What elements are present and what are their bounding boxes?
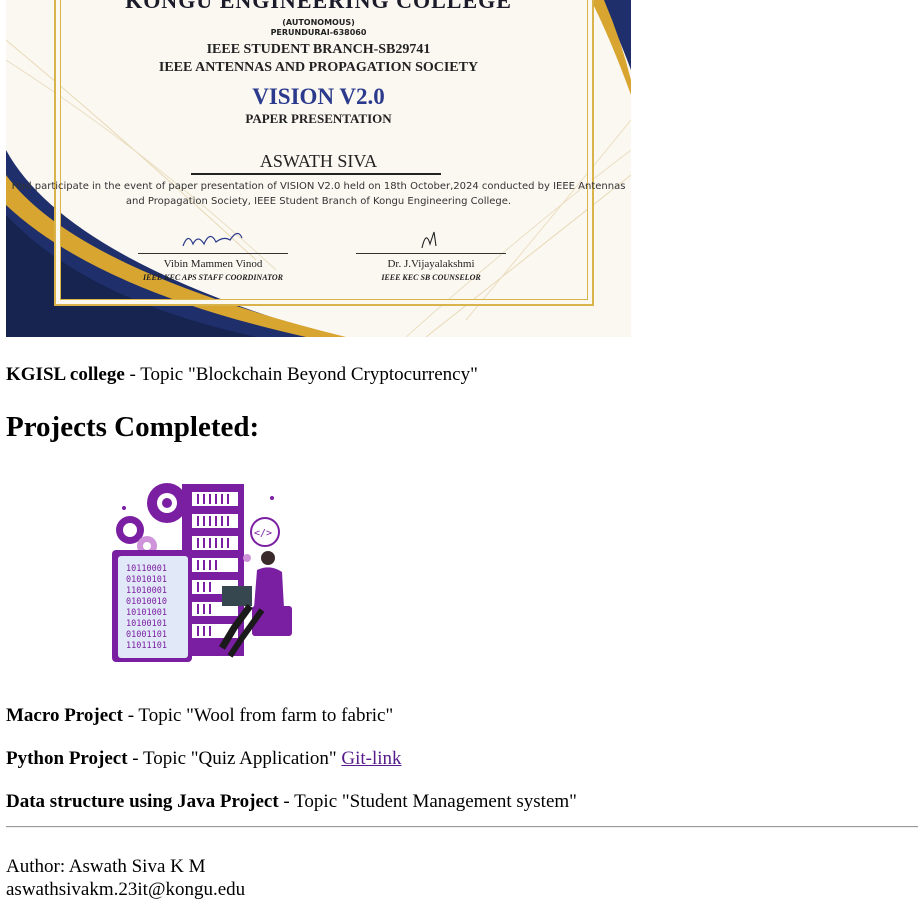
project-title: Data structure using Java Project [6, 791, 279, 812]
svg-text:01001101: 01001101 [126, 630, 167, 640]
author-name: Author: Aswath Siva K M [6, 856, 206, 877]
svg-text:11011101: 11011101 [126, 641, 167, 651]
signature-scribble-icon [421, 231, 437, 249]
certificate-description: Had participate in the event of paper pr… [11, 181, 626, 207]
footer-divider [6, 826, 918, 828]
certificate-college: KONGU ENGINEERING COLLEGE [125, 0, 512, 13]
recipient-underline [191, 173, 441, 175]
project-item: Data structure using Java Project - Topi… [6, 791, 577, 813]
certificate-autonomous: (AUTONOMOUS) [282, 18, 355, 27]
svg-text:</>: </> [254, 528, 272, 539]
svg-text:01010101: 01010101 [126, 575, 167, 585]
svg-text:10100101: 10100101 [126, 619, 167, 629]
signatory-role: IEEE KEC APS STAFF COORDINATOR [143, 273, 283, 282]
project-title: Python Project [6, 748, 128, 769]
project-topic: - Topic "Student Management system" [278, 791, 577, 812]
certificate-event-type: PAPER PRESENTATION [245, 111, 392, 126]
git-link[interactable]: Git-link [341, 748, 401, 769]
footer: Author: Aswath Siva K M aswathsivakm.23i… [6, 855, 245, 901]
certificate-recipient: ASWATH SIVA [259, 151, 378, 171]
signature-line [356, 253, 506, 254]
presentation-topic: - Topic "Blockchain Beyond Cryptocurrenc… [124, 364, 478, 385]
project-topic: - Topic "Quiz Application" [127, 748, 342, 769]
developer-server-illustration-icon: 10110001 01010101 11010001 01010010 1010… [112, 483, 292, 662]
certificate-branch: IEEE STUDENT BRANCH-SB29741 [206, 42, 431, 57]
presentation-entry: KGISL college - Topic "Blockchain Beyond… [6, 364, 478, 386]
signatory-name: Dr. J.Vijayalakshmi [387, 258, 475, 270]
certificate-event: VISION V2.0 [252, 84, 385, 109]
presentation-venue: KGISL college [6, 364, 125, 385]
certificate-society: IEEE ANTENNAS AND PROPAGATION SOCIETY [158, 60, 479, 75]
svg-text:11010001: 11010001 [126, 586, 167, 596]
signatory-name: Vibin Mammen Vinod [163, 258, 263, 270]
svg-text:10101001: 10101001 [126, 608, 167, 618]
certificate-place: PERUNDURAI-638060 [270, 28, 367, 37]
project-topic: - Topic "Wool from farm to fabric" [122, 705, 394, 726]
certificate-image: KONGU ENGINEERING COLLEGE (AUTONOMOUS) P… [6, 0, 631, 337]
svg-text:01010010: 01010010 [126, 597, 167, 607]
project-title: Macro Project [6, 705, 123, 726]
signature-scribble-icon [182, 232, 243, 247]
project-item: Python Project - Topic "Quiz Application… [6, 748, 402, 770]
signature-block-counselor: Dr. J.Vijayalakshmi IEEE KEC SB COUNSELO… [356, 224, 506, 282]
signatory-role: IEEE KEC SB COUNSELOR [381, 273, 481, 282]
signature-line [138, 253, 288, 254]
project-item: Macro Project - Topic "Wool from farm to… [6, 705, 393, 727]
projects-heading: Projects Completed: [6, 411, 260, 443]
svg-text:10110001: 10110001 [126, 564, 167, 574]
author-email: aswathsivakm.23it@kongu.edu [6, 879, 246, 900]
signature-block-coordinator: Vibin Mammen Vinod IEEE KEC APS STAFF CO… [138, 224, 288, 282]
